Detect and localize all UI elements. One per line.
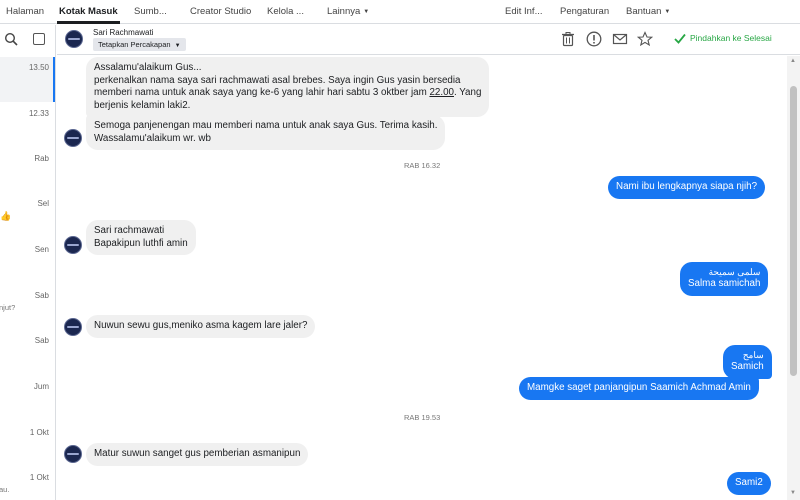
assign-conversation-button[interactable]: Tetapkan Percakapan ▼: [93, 38, 186, 51]
selected-indicator: [53, 57, 55, 102]
message-outgoing: Nami ibu lengkapnya siapa njih?: [608, 176, 766, 199]
scrollbar-thumb[interactable]: [790, 86, 797, 376]
thread-timestamp: Sab: [34, 336, 49, 345]
avatar: [64, 236, 82, 254]
thread-timestamp: 12.33: [28, 109, 49, 118]
message-line: Bapakipun luthfi amin: [94, 237, 188, 249]
tab-creator-studio[interactable]: Creator Studio: [190, 6, 251, 17]
thread-timestamp: 13.50: [28, 63, 49, 72]
date-separator: RAB 16.32: [404, 161, 441, 170]
thread-timestamp: Jum: [33, 382, 49, 391]
message-incoming: Sari rachmawati Bapakipun luthfi amin: [86, 220, 196, 255]
message-line-arabic: سلمى سميحة: [708, 267, 761, 277]
active-tab-indicator: [57, 21, 120, 24]
caret-down-icon: ▼: [664, 9, 671, 15]
avatar: [64, 318, 82, 336]
message-outgoing: سلمى سميحة Salma samichah: [680, 262, 769, 296]
thread-snippet: au.: [0, 485, 10, 494]
top-nav: Halaman Kotak Masuk Sumb... Creator Stud…: [0, 0, 800, 24]
message-line: Salma samichah: [688, 278, 761, 289]
contact-name[interactable]: Sari Rachmawati: [93, 28, 153, 37]
nav-pengaturan[interactable]: Pengaturan: [560, 6, 609, 17]
time-link[interactable]: 22.00: [429, 87, 454, 98]
message-line: perkenalkan nama saya sari rachmawati as…: [94, 74, 461, 86]
message-outgoing: سامح Samich: [723, 345, 772, 379]
search-icon[interactable]: [4, 32, 18, 46]
scroll-down-icon[interactable]: ▼: [790, 490, 796, 496]
message-line: berjenis kelamin laki2.: [94, 99, 191, 111]
tab-kotak-masuk[interactable]: Kotak Masuk: [59, 6, 118, 17]
move-to-done-label: Pindahkan ke Selesai: [690, 33, 772, 43]
message-line: Wassalamu'alaikum wr. wb: [94, 132, 211, 144]
select-checkbox-icon[interactable]: [33, 33, 45, 45]
nav-bantuan-label: Bantuan: [626, 6, 662, 17]
thread-timestamp: Sel: [37, 199, 49, 208]
scroll-up-icon[interactable]: ▲: [790, 58, 796, 64]
message-incoming: Matur suwun sanget gus pemberian asmanip…: [86, 443, 309, 466]
message-text: . Yang: [453, 87, 482, 98]
message-outgoing: Sami2: [727, 472, 771, 495]
message-incoming: Assalamu'alaikum Gus... perkenalkan nama…: [86, 57, 490, 117]
scrollbar[interactable]: ▲ ▼: [787, 56, 800, 500]
thread-timestamp: Rab: [34, 154, 49, 163]
star-icon[interactable]: [637, 31, 653, 47]
checkmark-icon: [674, 33, 686, 44]
message-incoming: Semoga panjenengan mau memberi nama untu…: [86, 115, 446, 150]
message-line: Sari rachmawati: [94, 225, 165, 236]
move-to-done-button[interactable]: Pindahkan ke Selesai: [674, 33, 772, 44]
tab-lainnya-label: Lainnya: [327, 6, 361, 17]
thread-timestamp: Sen: [34, 245, 49, 254]
message-outgoing: Mamgke saget panjangipun Saamich Achmad …: [519, 377, 759, 400]
alert-icon[interactable]: [586, 31, 602, 47]
tab-kelola[interactable]: Kelola ...: [267, 6, 304, 17]
thumbs-up-icon: 👍: [0, 211, 12, 221]
caret-down-icon: ▼: [363, 9, 370, 15]
thread-list: 13.50 12.33 Rab Sel 👍 Sen Sab njut? Sab …: [0, 25, 56, 500]
caret-down-icon: ▼: [174, 43, 181, 49]
conversation-header: Sari Rachmawati Tetapkan Percakapan ▼ Pin…: [57, 25, 800, 55]
tab-halaman[interactable]: Halaman: [6, 6, 44, 17]
thread-timestamp: 1 Okt: [29, 473, 49, 482]
message-line: Samich: [731, 361, 764, 372]
message-incoming: Nuwun sewu gus,meniko asma kagem lare ja…: [86, 315, 316, 338]
tab-sumber[interactable]: Sumb...: [134, 6, 167, 17]
tab-lainnya[interactable]: Lainnya ▼: [327, 6, 369, 17]
thread-snippet: njut?: [0, 303, 16, 312]
avatar[interactable]: [65, 30, 83, 48]
message-line: Semoga panjenengan mau memberi nama untu…: [94, 120, 438, 131]
message-line: Assalamu'alaikum Gus...: [94, 62, 202, 73]
avatar: [64, 445, 82, 463]
thread-timestamp: Sab: [34, 291, 49, 300]
trash-icon[interactable]: [560, 31, 576, 47]
message-text: memberi nama untuk anak saya yang ke-6 y…: [94, 87, 430, 98]
nav-edit-info[interactable]: Edit Inf...: [505, 6, 543, 17]
assign-label: Tetapkan Percakapan: [98, 40, 171, 49]
message-line: memberi nama untuk anak saya yang ke-6 y…: [94, 87, 481, 100]
thread-timestamp: 1 Okt: [29, 428, 49, 437]
date-separator: RAB 19.53: [404, 413, 441, 422]
message-line-arabic: سامح: [742, 350, 764, 360]
avatar: [64, 129, 82, 147]
message-thread: Assalamu'alaikum Gus... perkenalkan nama…: [57, 56, 784, 500]
nav-bantuan[interactable]: Bantuan ▼: [626, 6, 670, 17]
mail-icon[interactable]: [612, 31, 628, 47]
